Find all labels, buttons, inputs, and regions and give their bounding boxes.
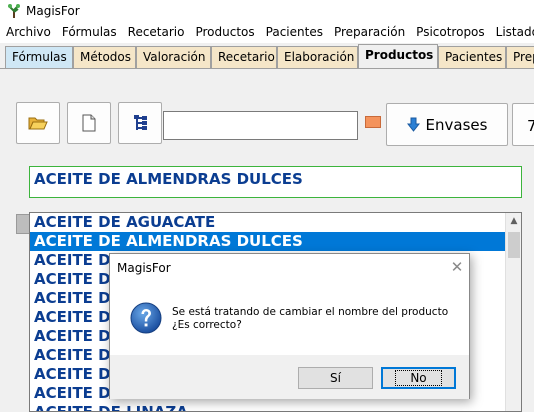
scroll-up-arrow-icon[interactable]: ▲ [506, 213, 521, 229]
dialog-message: Se está tratando de cambiar el nombre de… [172, 306, 449, 318]
tab-recetario[interactable]: Recetario [211, 46, 277, 68]
tab-valoracion[interactable]: Valoración [136, 46, 211, 68]
magisfor-tree-logo-icon [8, 4, 20, 18]
envases-button[interactable]: Envases [386, 103, 508, 146]
new-button[interactable] [67, 102, 111, 144]
tab-formulas[interactable]: Fórmulas [5, 46, 73, 68]
tab-bar: Fórmulas Métodos Valoración Recetario El… [0, 43, 534, 69]
search-input[interactable] [163, 111, 358, 140]
folder-open-icon [28, 117, 48, 130]
close-icon[interactable]: ✕ [447, 257, 467, 277]
tab-pacientes[interactable]: Pacientes [438, 46, 506, 68]
tab-elaboracion[interactable]: Elaboración [277, 46, 358, 68]
list-item[interactable]: ACEITE DE AGUACATE [30, 213, 521, 232]
envases-label: Envases [425, 115, 488, 134]
tree-structure-icon [134, 115, 147, 130]
row-indicator [16, 214, 30, 234]
menu-psicotropos[interactable]: Psicotropos [410, 22, 489, 43]
menu-archivo[interactable]: Archivo [0, 22, 56, 43]
tab-prep[interactable]: Prep [506, 46, 534, 68]
new-document-icon [82, 114, 96, 132]
tree-button[interactable] [118, 102, 162, 144]
menu-preparacion[interactable]: Preparación [328, 22, 410, 43]
list-scrollbar[interactable]: ▲ [505, 213, 521, 411]
tab-productos[interactable]: Productos [358, 44, 438, 68]
menu-formulas[interactable]: Fórmulas [56, 22, 122, 43]
menu-bar: Archivo Fórmulas Recetario Productos Pacient… [0, 22, 534, 43]
product-name-field[interactable]: ACEITE DE ALMENDRAS DULCES [29, 166, 522, 198]
list-item[interactable]: ACEITE DE LINAZA [30, 403, 521, 411]
confirm-dialog: MagisFor ✕ Se está tratando de cambiar e… [109, 253, 470, 399]
menu-recetario[interactable]: Recetario [122, 22, 190, 43]
color-swatch [365, 116, 381, 128]
no-button[interactable]: No [381, 367, 456, 389]
title-bar: MagisFor [0, 0, 534, 22]
menu-pacientes[interactable]: Pacientes [260, 22, 328, 43]
dialog-footer: Sí No [110, 355, 469, 399]
menu-productos[interactable]: Productos [189, 22, 259, 43]
dialog-question: ¿Es correcto? [172, 319, 242, 331]
question-icon [130, 302, 162, 334]
open-button[interactable] [16, 102, 60, 144]
yes-button[interactable]: Sí [298, 367, 373, 389]
dialog-title: MagisFor [117, 261, 171, 275]
tab-metodos[interactable]: Métodos [73, 46, 136, 68]
no-button-label: No [395, 370, 442, 386]
scroll-thumb[interactable] [508, 232, 520, 258]
window-title: MagisFor [26, 4, 80, 18]
list-item-selected[interactable]: ACEITE DE ALMENDRAS DULCES [30, 232, 521, 251]
extra-toolbar-button[interactable]: 7 [512, 103, 534, 146]
menu-listados[interactable]: Listados [490, 22, 534, 43]
arrow-down-icon [406, 117, 420, 132]
